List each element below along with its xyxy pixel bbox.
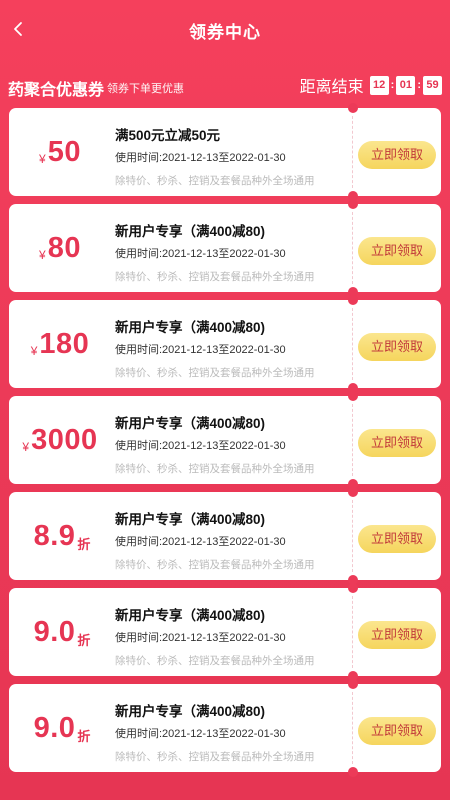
coupon-title: 新用户专享（满400减80) <box>115 416 266 431</box>
coupon-title: 满500元立减50元 <box>115 128 221 143</box>
coupon-divider <box>352 212 353 284</box>
amount-value: 3000 <box>31 423 98 456</box>
coupon-divider <box>352 596 353 668</box>
amount-unit: 折 <box>77 632 91 648</box>
coupon-restriction: 除特价、秒杀、控销及套餐品种外全场通用 <box>115 751 315 763</box>
coupon-notch <box>348 199 358 209</box>
coupon-title: 新用户专享（满400减80) <box>115 320 266 335</box>
coupon-divider <box>352 308 353 380</box>
currency-symbol: ¥ <box>39 248 46 262</box>
coupon-notch <box>348 767 358 777</box>
amount-value: 180 <box>39 327 90 360</box>
coupon-restriction: 除特价、秒杀、控销及套餐品种外全场通用 <box>115 655 315 667</box>
claim-button[interactable]: 立即领取 <box>358 525 436 553</box>
coupon-amount: 9.0 折 <box>9 588 113 676</box>
coupon-validity: 使用时间:2021-12-13至2022-01-30 <box>115 344 286 356</box>
coupon-amount: ¥ 180 <box>9 300 113 388</box>
coupon-notch <box>348 391 358 401</box>
claim-button[interactable]: 立即领取 <box>358 141 436 169</box>
coupon-notch <box>348 487 358 497</box>
coupon-divider <box>352 116 353 188</box>
coupon-amount: 8.9 折 <box>9 492 113 580</box>
coupon-notch <box>348 583 358 593</box>
countdown-seconds: 59 <box>423 75 442 95</box>
currency-symbol: ¥ <box>30 344 38 358</box>
coupon-divider <box>352 404 353 476</box>
coupon-divider <box>352 692 353 764</box>
amount-value: 9.0 <box>33 615 76 648</box>
claim-button[interactable]: 立即领取 <box>358 333 436 361</box>
coupon-validity: 使用时间:2021-12-13至2022-01-30 <box>115 728 286 740</box>
currency-symbol: ¥ <box>22 440 30 454</box>
coupon-validity: 使用时间:2021-12-13至2022-01-30 <box>115 632 286 644</box>
coupon-amount: 9.0 折 <box>9 684 113 772</box>
coupon-amount: ¥ 50 <box>9 108 113 196</box>
currency-symbol: ¥ <box>39 152 46 166</box>
coupon-amount: ¥ 80 <box>9 204 113 292</box>
countdown-hours: 12 <box>369 75 389 95</box>
claim-button[interactable]: 立即领取 <box>358 621 436 649</box>
coupon-validity: 使用时间:2021-12-13至2022-01-30 <box>115 536 286 548</box>
countdown-label: 距离结束 <box>299 79 364 96</box>
coupon-card: ¥ 50 满500元立减50元 使用时间:2021-12-13至2022-01-… <box>9 103 441 201</box>
coupon-card: ¥ 180 新用户专享（满400减80) 使用时间:2021-12-13至202… <box>9 295 441 393</box>
coupon-card: ¥ 80 新用户专享（满400减80) 使用时间:2021-12-13至2022… <box>9 199 441 297</box>
coupon-title: 新用户专享（满400减80) <box>115 704 266 719</box>
claim-button[interactable]: 立即领取 <box>358 429 436 457</box>
amount-value: 8.9 <box>33 519 76 552</box>
section-title: 药聚合优惠券 <box>8 82 105 99</box>
page-title: 领券中心 <box>189 23 261 42</box>
countdown-separator: : <box>417 79 421 91</box>
coupon-restriction: 除特价、秒杀、控销及套餐品种外全场通用 <box>115 463 315 475</box>
countdown: 距离结束 12 : 01 : 59 <box>300 73 442 97</box>
coupon-divider <box>352 500 353 572</box>
coupon-notch <box>348 295 358 305</box>
claim-button[interactable]: 立即领取 <box>358 237 436 265</box>
amount-unit: 折 <box>77 536 91 552</box>
coupon-card: ¥ 3000 新用户专享（满400减80) 使用时间:2021-12-13至20… <box>9 391 441 489</box>
top-bar: 领券中心 <box>0 0 450 60</box>
coupon-title: 新用户专享（满400减80) <box>115 512 266 527</box>
coupon-validity: 使用时间:2021-12-13至2022-01-30 <box>115 248 286 260</box>
coupon-list: ¥ 50 满500元立减50元 使用时间:2021-12-13至2022-01-… <box>9 103 441 780</box>
coupon-restriction: 除特价、秒杀、控销及套餐品种外全场通用 <box>115 367 315 379</box>
section-header: 药聚合优惠券 领券下单更优惠 距离结束 12 : 01 : 59 <box>0 60 450 104</box>
coupon-notch <box>348 679 358 689</box>
amount-value: 50 <box>47 135 81 168</box>
coupon-notch <box>348 103 358 113</box>
countdown-separator: : <box>390 79 395 91</box>
coupon-card: 9.0 折 新用户专享（满400减80) 使用时间:2021-12-13至202… <box>9 679 441 777</box>
coupon-card: 9.0 折 新用户专享（满400减80) 使用时间:2021-12-13至202… <box>9 583 441 681</box>
coupon-title: 新用户专享（满400减80) <box>115 608 266 623</box>
amount-unit: 折 <box>77 728 91 744</box>
coupon-restriction: 除特价、秒杀、控销及套餐品种外全场通用 <box>115 271 315 283</box>
coupon-card: 8.9 折 新用户专享（满400减80) 使用时间:2021-12-13至202… <box>9 487 441 585</box>
amount-value: 80 <box>47 231 81 264</box>
amount-value: 9.0 <box>33 711 76 744</box>
coupon-restriction: 除特价、秒杀、控销及套餐品种外全场通用 <box>115 175 315 187</box>
coupon-amount: ¥ 3000 <box>9 396 113 484</box>
coupon-restriction: 除特价、秒杀、控销及套餐品种外全场通用 <box>115 559 315 571</box>
coupon-validity: 使用时间:2021-12-13至2022-01-30 <box>115 152 286 164</box>
coupon-title: 新用户专享（满400减80) <box>115 224 266 239</box>
countdown-minutes: 01 <box>396 75 416 95</box>
section-subtitle: 领券下单更优惠 <box>107 83 184 95</box>
claim-button[interactable]: 立即领取 <box>358 717 436 745</box>
coupon-validity: 使用时间:2021-12-13至2022-01-30 <box>115 440 286 452</box>
